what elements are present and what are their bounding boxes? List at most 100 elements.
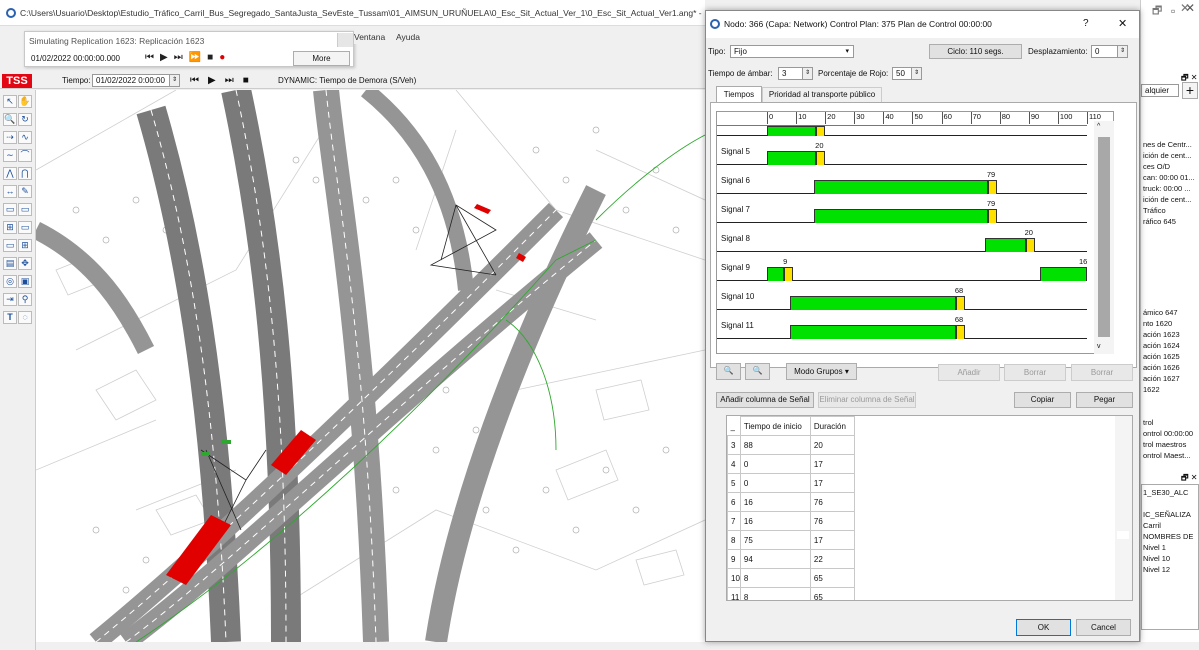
mid_items-item[interactable]: ación 1627 [1143, 374, 1180, 383]
first-frame-icon[interactable]: ⏮ [190, 75, 208, 86]
rect2-icon[interactable]: ▭ [3, 203, 17, 216]
start-cell[interactable]: 88 [739, 435, 811, 455]
table-row[interactable]: 7 16 76 [727, 511, 855, 531]
start-cell[interactable]: 16 [739, 492, 811, 512]
play-icon[interactable]: ▶ [208, 75, 225, 86]
record-button[interactable]: ● [219, 52, 231, 63]
cancel-button[interactable]: Cancel [1076, 619, 1131, 636]
menu-ayuda[interactable]: Ayuda [396, 32, 420, 42]
scroll-up-icon[interactable]: ^ [1097, 123, 1100, 130]
duration-cell[interactable]: 22 [809, 549, 855, 569]
signal-timeline[interactable]: 0 10 20 30 40 50 60 70 80 90 100 110 Signal 5 20 Signa… [716, 111, 1114, 354]
top_items-item[interactable]: ición de cent... [1143, 195, 1191, 204]
start-cell[interactable]: 94 [739, 549, 811, 569]
zoom-in-icon[interactable]: 🔍 [716, 363, 741, 380]
start-cell[interactable]: 0 [739, 473, 811, 493]
mid_items-item[interactable]: ación 1624 [1143, 341, 1180, 350]
rojo-input[interactable]: 50 ⇕ [892, 67, 922, 80]
zoom-out-icon[interactable]: 🔍 [745, 363, 770, 380]
tipo-select[interactable]: Fijo ▾ [730, 45, 854, 58]
ambar-input[interactable]: 3 ⇕ [778, 67, 813, 80]
node-icon[interactable]: ⇢ [3, 131, 17, 144]
signal-row[interactable]: Signal 8 20 [717, 223, 1087, 252]
menu-ventana[interactable]: Ventana [354, 32, 385, 42]
bottom_items-item[interactable]: Nivel 10 [1143, 554, 1170, 563]
pointer-icon[interactable]: ↖ [3, 95, 17, 108]
section-icon[interactable]: ▭ [3, 239, 17, 252]
start-cell[interactable]: 16 [739, 511, 811, 531]
duration-cell[interactable]: 17 [809, 454, 855, 474]
circle-icon[interactable]: ◎ [3, 275, 17, 288]
top_items-item[interactable]: truck: 00:00 ... [1143, 184, 1191, 193]
duration-cell[interactable]: 20 [809, 435, 855, 455]
time-input[interactable]: 01/02/2022 0:00:00 ⇕ [92, 74, 180, 87]
move-icon[interactable]: ✥ [18, 257, 32, 270]
duration-cell[interactable]: 76 [809, 492, 855, 512]
arc-icon[interactable]: ⌒ [18, 149, 32, 162]
duration-cell[interactable]: 17 [809, 530, 855, 550]
green-phase-bar[interactable] [1040, 267, 1087, 281]
top_items-item[interactable]: ición de cent... [1143, 151, 1191, 160]
tab-prioridad[interactable]: Prioridad al transporte público [762, 87, 882, 102]
green-phase-bar[interactable] [813, 180, 989, 194]
green-phase-bar[interactable] [790, 325, 957, 339]
top_items-item[interactable]: Tráfico [1143, 206, 1166, 215]
duration-cell[interactable]: 65 [809, 568, 855, 588]
ctrl_items-item[interactable]: trol maestros [1143, 440, 1186, 449]
scroll-down-icon[interactable]: v [1097, 343, 1101, 350]
signal-row[interactable]: Signal 6 79 [717, 165, 1087, 194]
table-row[interactable]: 11 8 65 [727, 587, 855, 600]
green-phase-bar[interactable] [790, 296, 957, 310]
green-phase-bar[interactable] [985, 238, 1026, 252]
add-signal-column-button[interactable]: Añadir columna de Señal [716, 392, 814, 408]
ok-button[interactable]: OK [1016, 619, 1071, 636]
green-phase-bar[interactable] [767, 267, 785, 281]
bottom_items-item[interactable]: 1_SE30_ALC [1143, 488, 1188, 497]
top_items-item[interactable]: ces O/D [1143, 162, 1170, 171]
rewind-button[interactable]: ⏮ [145, 52, 160, 63]
table-row[interactable]: 9 94 22 [727, 549, 855, 569]
bottom_items-item[interactable]: NOMBRES DE [1143, 532, 1193, 541]
top_items-item[interactable]: can: 00:00 01... [1143, 173, 1195, 182]
polyline-icon[interactable]: ∿ [18, 131, 32, 144]
table-row[interactable]: 8 75 17 [727, 530, 855, 550]
rotate-icon[interactable]: ↻ [18, 113, 32, 126]
start-cell[interactable]: 8 [739, 568, 811, 588]
polygon-icon[interactable]: ◌ [18, 311, 32, 324]
filter-combo[interactable]: alquier [1141, 84, 1179, 97]
spinner-icon[interactable]: ⇕ [911, 68, 921, 79]
detector-icon[interactable]: ▭ [18, 203, 32, 216]
signal-row[interactable]: Signal 9 9 16 [717, 252, 1087, 281]
arc2-icon[interactable]: ⋀ [3, 167, 17, 180]
image-icon[interactable]: ▣ [18, 275, 32, 288]
dialog-close-button[interactable]: ✕ [1118, 17, 1127, 30]
del-signal-column-button[interactable]: Eliminar columna de Señal [818, 392, 916, 408]
centroid-icon[interactable]: ▭ [18, 221, 32, 234]
start-cell[interactable]: 8 [739, 587, 811, 600]
pedestrian-icon[interactable]: ⚲ [18, 293, 32, 306]
timing-table[interactable]: – Tiempo de inicio Duración 3 88 20 4 0 17 5 0 17 6 1… [726, 415, 1133, 601]
borrar-button[interactable]: Borrar [1004, 364, 1066, 381]
top_items-item[interactable]: ráfico 645 [1143, 217, 1176, 226]
pegar-button[interactable]: Pegar [1076, 392, 1133, 408]
mid_items-item[interactable]: 1622 [1143, 385, 1160, 394]
time-spinner-icon[interactable]: ⇕ [169, 75, 179, 86]
table-row[interactable]: 10 8 65 [727, 568, 855, 588]
borrar-button-2[interactable]: Borrar [1071, 364, 1133, 381]
vms-icon[interactable]: ⇥ [3, 293, 17, 306]
pen-icon[interactable]: ↔ [3, 185, 17, 198]
start-cell[interactable]: 75 [739, 530, 811, 550]
fast-forward-button[interactable]: ⏩ [189, 52, 207, 63]
grid2-icon[interactable]: ▤ [3, 257, 17, 270]
network-map[interactable] [36, 90, 705, 642]
duration-cell[interactable]: 76 [809, 511, 855, 531]
signal-row[interactable] [717, 126, 1087, 136]
table-scrollbar[interactable] [1115, 416, 1132, 600]
meter-icon[interactable]: ⊞ [3, 221, 17, 234]
green-phase-bar[interactable] [767, 151, 817, 165]
table-row[interactable]: 6 16 76 [727, 492, 855, 512]
rect-icon[interactable]: ✎ [18, 185, 32, 198]
table-row[interactable]: 3 88 20 [727, 435, 855, 455]
table-scroll-thumb[interactable] [1117, 531, 1129, 539]
stop-button[interactable]: ■ [207, 52, 219, 63]
